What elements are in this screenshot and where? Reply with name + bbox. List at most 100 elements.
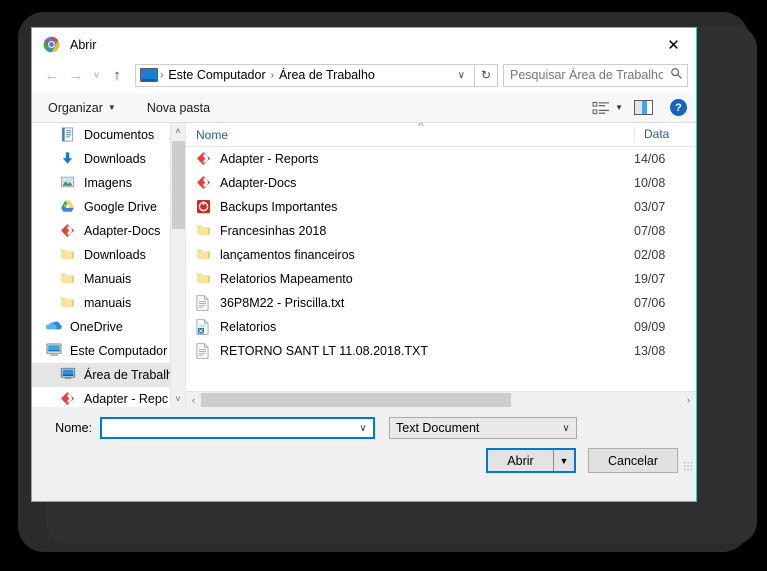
filename-label: Nome: <box>55 421 92 435</box>
file-name-label: Francesinhas 2018 <box>220 224 327 238</box>
search-box[interactable] <box>503 63 688 87</box>
filename-combobox[interactable]: ∨ <box>100 417 375 439</box>
column-header-date[interactable]: Data <box>634 127 669 142</box>
organize-button[interactable]: Organizar ▼ <box>41 101 123 115</box>
sidebar-item-rea-de-trabalho[interactable]: Área de Trabalho <box>32 363 185 387</box>
scroll-up-arrow[interactable]: ˄ <box>171 123 185 139</box>
file-name-label: Backups Importantes <box>220 200 338 214</box>
sidebar-item-label: Este Computador <box>70 344 168 358</box>
column-header-name[interactable]: Nome <box>186 128 634 142</box>
filetype-combobox[interactable]: Text Document ∨ <box>389 417 577 439</box>
folder-icon <box>60 295 77 311</box>
sidebar-scrollbar[interactable]: ˄ ˅ <box>170 123 185 407</box>
navigation-bar: ← → ∨ ↑ › Este Computador › Área de Trab… <box>32 61 696 93</box>
downloads-icon <box>60 151 77 167</box>
horizontal-scroll-thumb[interactable] <box>201 392 511 407</box>
file-date-cell: 10/08 <box>634 176 666 190</box>
adapter-icon <box>196 151 212 168</box>
sidebar-scroll-thumb[interactable] <box>172 141 185 229</box>
sidebar-item-downloads[interactable]: Downloads <box>32 243 185 267</box>
chevron-down-icon[interactable]: ∨ <box>449 70 474 81</box>
sidebar-item-manuais[interactable]: manuais <box>32 291 185 315</box>
table-row[interactable]: lançamentos financeiros 02/08 <box>186 243 696 267</box>
sidebar-item-downloads[interactable]: Downloads📌 <box>32 147 185 171</box>
sidebar-item-adapter-docs[interactable]: Adapter-Docs <box>32 219 185 243</box>
file-name-label: Relatorios <box>220 320 277 334</box>
table-row[interactable]: Backups Importantes 03/07 <box>186 195 696 219</box>
chevron-down-icon[interactable]: ∨ <box>556 423 576 434</box>
file-name-label: lançamentos financeiros <box>220 248 355 262</box>
table-row[interactable]: 36P8M22 - Priscilla.txt 07/06 <box>186 291 696 315</box>
sidebar-item-adapter-repc[interactable]: Adapter - Repc <box>32 387 185 407</box>
folder-icon <box>196 247 212 264</box>
close-button[interactable]: ✕ <box>651 28 696 61</box>
table-row[interactable]: RETORNO SANT LT 11.08.2018.TXT 13/08 <box>186 339 696 363</box>
file-name-cell: lançamentos financeiros <box>186 247 634 264</box>
table-row[interactable]: Francesinhas 2018 07/08 <box>186 219 696 243</box>
file-name-cell: Relatorios <box>186 318 634 336</box>
open-dropdown-arrow[interactable]: ▼ <box>553 450 574 471</box>
table-row[interactable]: Relatorios 09/09 <box>186 315 696 339</box>
table-row[interactable]: Relatorios Mapeamento 19/07 <box>186 267 696 291</box>
file-name-label: Relatorios Mapeamento <box>220 272 353 286</box>
sidebar-item-google-drive[interactable]: Google Drive📌 <box>32 195 185 219</box>
file-name-label: 36P8M22 - Priscilla.txt <box>220 296 345 310</box>
table-row[interactable]: Adapter - Reports 14/06 <box>186 147 696 171</box>
sidebar-item-este-computador[interactable]: Este Computador <box>32 339 185 363</box>
chevron-down-icon[interactable]: ∨ <box>353 423 373 434</box>
open-file-dialog: Abrir ✕ ← → ∨ ↑ › Este Computador › Área… <box>31 27 697 502</box>
file-name-cell: Adapter - Reports <box>186 151 634 168</box>
google-drive-icon <box>60 199 77 215</box>
chevron-down-icon[interactable]: ▼ <box>612 103 632 112</box>
breadcrumb-item-1[interactable]: Área de Trabalho <box>276 68 378 82</box>
sidebar-item-label: Imagens <box>84 176 132 190</box>
file-date-cell: 07/08 <box>634 224 666 238</box>
file-name-label: Adapter - Reports <box>220 152 319 166</box>
table-row[interactable]: Adapter-Docs 10/08 <box>186 171 696 195</box>
sidebar-item-label: Área de Trabalho <box>84 368 180 382</box>
resize-grip[interactable] <box>683 461 693 471</box>
filename-input[interactable] <box>102 420 353 436</box>
scroll-right-arrow[interactable]: › <box>681 395 696 405</box>
search-icon[interactable] <box>665 67 687 83</box>
open-button[interactable]: Abrir ▼ <box>486 448 576 473</box>
documents-icon <box>60 127 77 143</box>
preview-pane-icon[interactable] <box>634 100 653 115</box>
dialog-body: Documentos📌Downloads📌Imagens📌Google Driv… <box>32 123 696 407</box>
filename-row: Nome: ∨ Text Document ∨ <box>32 407 696 439</box>
search-input[interactable] <box>504 67 665 83</box>
chrome-icon <box>43 36 60 53</box>
address-bar[interactable]: › Este Computador › Área de Trabalho ∨ <box>135 63 475 87</box>
file-name-cell: RETORNO SANT LT 11.08.2018.TXT <box>186 342 634 360</box>
new-folder-button[interactable]: Nova pasta <box>140 101 217 115</box>
organize-label: Organizar <box>48 100 103 115</box>
horizontal-scrollbar[interactable]: ‹ › <box>186 391 696 407</box>
dialog-footer: Nome: ∨ Text Document ∨ Abrir ▼ Cancelar <box>32 407 696 473</box>
file-name-cell: Francesinhas 2018 <box>186 223 634 240</box>
scroll-left-arrow[interactable]: ‹ <box>186 395 201 405</box>
backup-icon <box>196 199 212 216</box>
refresh-button[interactable]: ↻ <box>475 63 498 87</box>
sidebar-item-imagens[interactable]: Imagens📌 <box>32 171 185 195</box>
file-date-cell: 02/08 <box>634 248 666 262</box>
cancel-button[interactable]: Cancelar <box>588 448 678 473</box>
help-icon[interactable]: ? <box>670 99 687 116</box>
file-list-pane: ˄ Nome Data Adapter - Reports 14/06 Adapte… <box>186 123 696 407</box>
open-button-label: Abrir <box>507 453 534 468</box>
list-view-icon[interactable] <box>592 101 610 115</box>
breadcrumb-item-0[interactable]: Este Computador <box>165 68 268 82</box>
sidebar-item-onedrive[interactable]: OneDrive <box>32 315 185 339</box>
sidebar-item-documentos[interactable]: Documentos📌 <box>32 123 185 147</box>
sidebar-item-label: manuais <box>84 296 132 310</box>
back-button[interactable]: ← <box>40 63 64 87</box>
forward-button[interactable]: → <box>64 63 88 87</box>
file-name-label: Adapter-Docs <box>220 176 297 190</box>
recent-locations-button[interactable]: ∨ <box>88 63 105 87</box>
excel-file-icon <box>196 318 212 336</box>
adapter-icon <box>60 391 77 407</box>
sidebar-item-manuais[interactable]: Manuais <box>32 267 185 291</box>
toolbar: Organizar ▼ Nova pasta ▼ ? <box>32 93 696 123</box>
up-button[interactable]: ↑ <box>105 63 129 87</box>
scroll-down-arrow[interactable]: ˅ <box>171 391 185 407</box>
column-headers: ˄ Nome Data <box>186 123 696 147</box>
